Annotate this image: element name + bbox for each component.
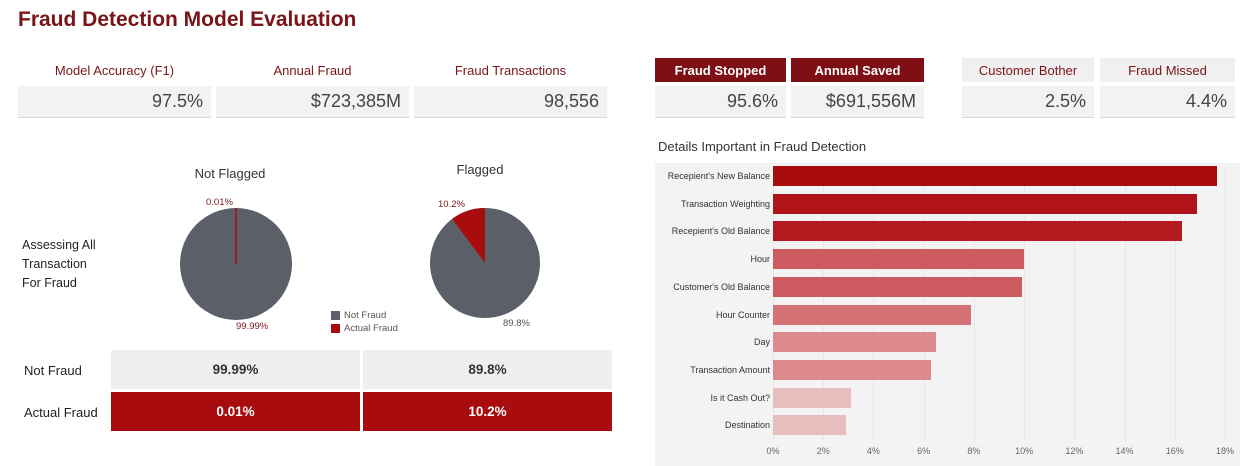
- bar-category-label: Hour: [750, 254, 770, 265]
- assessing-label-line: For Fraud: [22, 276, 77, 290]
- legend-item[interactable]: Not Fraud: [331, 309, 398, 322]
- matrix-row-label-not-fraud: Not Fraud: [24, 363, 82, 378]
- kpi-label-fraud-transactions: Fraud Transactions: [414, 58, 607, 82]
- bar-mark[interactable]: [773, 359, 932, 380]
- pie-chart-flagged[interactable]: [430, 208, 540, 318]
- page-title: Fraud Detection Model Evaluation: [18, 8, 357, 31]
- pie-label-not-fraud: 99.99%: [236, 321, 269, 332]
- kpi-value-customer-bother: 2.5%: [962, 86, 1094, 118]
- bar-mark[interactable]: [773, 166, 1218, 186]
- x-tick-label: 14%: [1115, 446, 1134, 456]
- x-tick-label: 4%: [866, 446, 880, 456]
- pie-legend: Not Fraud Actual Fraud: [331, 309, 398, 335]
- bar-mark[interactable]: [773, 249, 1025, 270]
- x-tick-label: 18%: [1215, 446, 1235, 456]
- kpi-label-customer-bother: Customer Bother: [962, 58, 1094, 82]
- kpi-label-model-accuracy-f1: Model Accuracy (F1): [18, 58, 211, 82]
- kpi-value-annual-saved: $691,556M: [791, 86, 924, 118]
- legend-label: Actual Fraud: [344, 323, 398, 334]
- x-tick-label: 10%: [1015, 446, 1034, 456]
- x-tick-label: 6%: [917, 446, 931, 456]
- pie-label-fraud: 0.01%: [206, 197, 233, 208]
- pie-chart-not-flagged[interactable]: [180, 208, 292, 320]
- bar-mark[interactable]: [773, 415, 846, 436]
- kpi-label-fraud-missed: Fraud Missed: [1100, 58, 1235, 82]
- bar-mark[interactable]: [773, 304, 972, 325]
- kpi-label-fraud-stopped: Fraud Stopped: [655, 58, 786, 82]
- x-tick-label: 16%: [1165, 446, 1184, 456]
- bar-mark[interactable]: [773, 332, 937, 353]
- matrix-cell-not-fraud-flagged[interactable]: 89.8%: [363, 350, 612, 389]
- kpi-label-annual-saved: Annual Saved: [791, 58, 924, 82]
- kpi-value-fraud-transactions: 98,556: [414, 86, 607, 118]
- x-tick-label: 2%: [816, 446, 830, 456]
- assessing-label-line: Transaction: [22, 257, 87, 271]
- matrix-cell-fraud-flagged[interactable]: 10.2%: [363, 392, 612, 431]
- kpi-value-fraud-stopped: 95.6%: [655, 86, 786, 118]
- legend-label: Not Fraud: [344, 310, 387, 321]
- bar-category-label: Customer's Old Balance: [673, 281, 770, 292]
- legend-swatch-actual-fraud: [331, 324, 340, 333]
- pie-label-fraud: 10.2%: [438, 199, 465, 210]
- bar-category-label: Transaction Weighting: [680, 198, 770, 209]
- bar-category-label: Day: [753, 337, 770, 348]
- legend-item[interactable]: Actual Fraud: [331, 322, 398, 335]
- pie-title-flagged: Flagged: [456, 162, 504, 177]
- kpi-value-fraud-missed: 4.4%: [1100, 86, 1235, 118]
- matrix-row-label-actual-fraud: Actual Fraud: [24, 405, 98, 420]
- bar-category-label: Hour Counter: [715, 309, 770, 320]
- matrix-cell-fraud-not-flagged[interactable]: 0.01%: [111, 392, 360, 431]
- matrix-cell-not-fraud-not-flagged[interactable]: 99.99%: [111, 350, 360, 389]
- bar-mark[interactable]: [773, 193, 1198, 214]
- bar-category-label: Recepient's New Balance: [667, 171, 770, 181]
- bar-category-label: Is it Cash Out?: [710, 392, 770, 403]
- kpi-label-annual-fraud: Annual Fraud: [216, 58, 409, 82]
- bar-chart-gridline: [1225, 166, 1226, 440]
- bar-category-label: Recepient's Old Balance: [671, 226, 770, 237]
- bar-category-label: Destination: [724, 420, 770, 431]
- bar-mark[interactable]: [773, 387, 851, 408]
- kpi-value-model-accuracy-f1: 97.5%: [18, 86, 211, 118]
- bar-category-label: Transaction Amount: [690, 364, 770, 375]
- x-tick-label: 0%: [766, 446, 780, 456]
- legend-swatch-not-fraud: [331, 311, 340, 320]
- assessing-label-line: Assessing All: [22, 238, 96, 252]
- pie-title-not-flagged: Not Flagged: [194, 166, 266, 181]
- assessing-label: Assessing All Transaction For Fraud: [22, 236, 96, 293]
- x-tick-label: 8%: [967, 446, 981, 456]
- kpi-value-annual-fraud: $723,385M: [216, 86, 409, 118]
- bar-chart-title: Details Important in Fraud Detection: [658, 139, 867, 154]
- bar-mark[interactable]: [773, 276, 1022, 297]
- x-tick-label: 12%: [1065, 446, 1084, 456]
- pie-label-not-fraud: 89.8%: [503, 318, 530, 329]
- bar-mark[interactable]: [773, 221, 1183, 242]
